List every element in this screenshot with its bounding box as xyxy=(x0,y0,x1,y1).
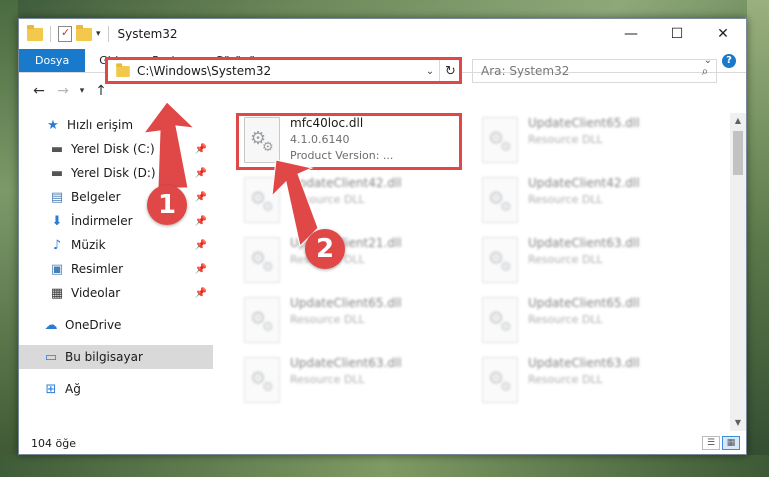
annotation-arrows xyxy=(142,101,319,248)
step-1-badge: 1 xyxy=(147,185,187,225)
arrow-1 xyxy=(142,101,196,189)
step-2-badge: 2 xyxy=(305,229,345,269)
